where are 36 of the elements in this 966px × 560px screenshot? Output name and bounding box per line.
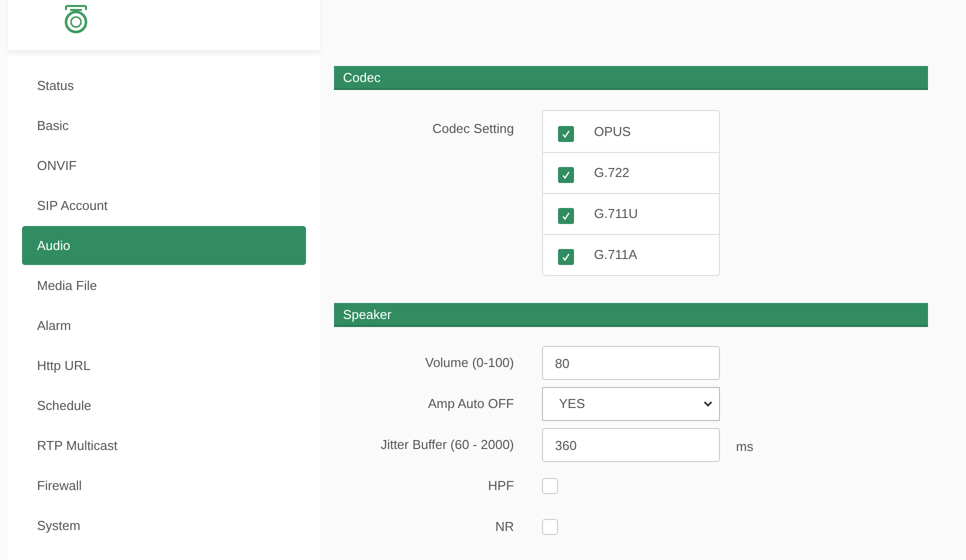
- codec-label: G.711U: [594, 205, 638, 224]
- sidebar-item[interactable]: ONVIF: [22, 146, 306, 185]
- unit-label: ms: [736, 438, 754, 456]
- sidebar-item[interactable]: Alarm: [22, 306, 306, 345]
- sidebar-item[interactable]: SIP Account: [22, 186, 306, 225]
- field-label: Jitter Buffer (60 - 2000): [380, 436, 514, 454]
- field-label: Volume (0-100): [424, 354, 514, 372]
- codec-label: G.722: [594, 164, 630, 182]
- sidebar-item[interactable]: Audio: [22, 226, 306, 265]
- sidebar-item[interactable]: Http URL: [22, 346, 306, 385]
- field-label: Amp Auto OFF: [427, 395, 514, 414]
- field-label: HPF: [487, 477, 514, 496]
- sidebar-item[interactable]: System: [22, 506, 306, 545]
- checkbox[interactable]: [558, 126, 574, 142]
- codec-label: G.711A: [594, 246, 638, 264]
- checkbox[interactable]: [558, 167, 574, 183]
- checkbox[interactable]: [542, 519, 558, 535]
- logo-icon: [62, 4, 90, 34]
- sidebar-item[interactable]: Media File: [22, 266, 306, 305]
- sidebar-item[interactable]: Firewall: [22, 466, 306, 505]
- field-label: NR: [494, 518, 514, 536]
- checkbox[interactable]: [558, 208, 574, 224]
- select-field[interactable]: YES: [542, 387, 720, 421]
- field-label: Codec Setting: [431, 120, 514, 138]
- sidebar-item[interactable]: Status: [22, 66, 306, 105]
- input-field[interactable]: 80: [542, 346, 720, 380]
- sidebar-item[interactable]: RTP Multicast: [22, 426, 306, 465]
- sidebar-item[interactable]: Schedule: [22, 386, 306, 425]
- chevron-down-icon: [703, 400, 713, 408]
- input-field[interactable]: 360: [542, 428, 720, 462]
- sidebar-item[interactable]: Basic: [22, 106, 306, 145]
- checkbox[interactable]: [558, 249, 574, 265]
- section-header: Speaker: [334, 303, 928, 327]
- codec-label: OPUS: [594, 122, 631, 141]
- section-header: Codec: [334, 66, 928, 90]
- checkbox[interactable]: [542, 478, 558, 494]
